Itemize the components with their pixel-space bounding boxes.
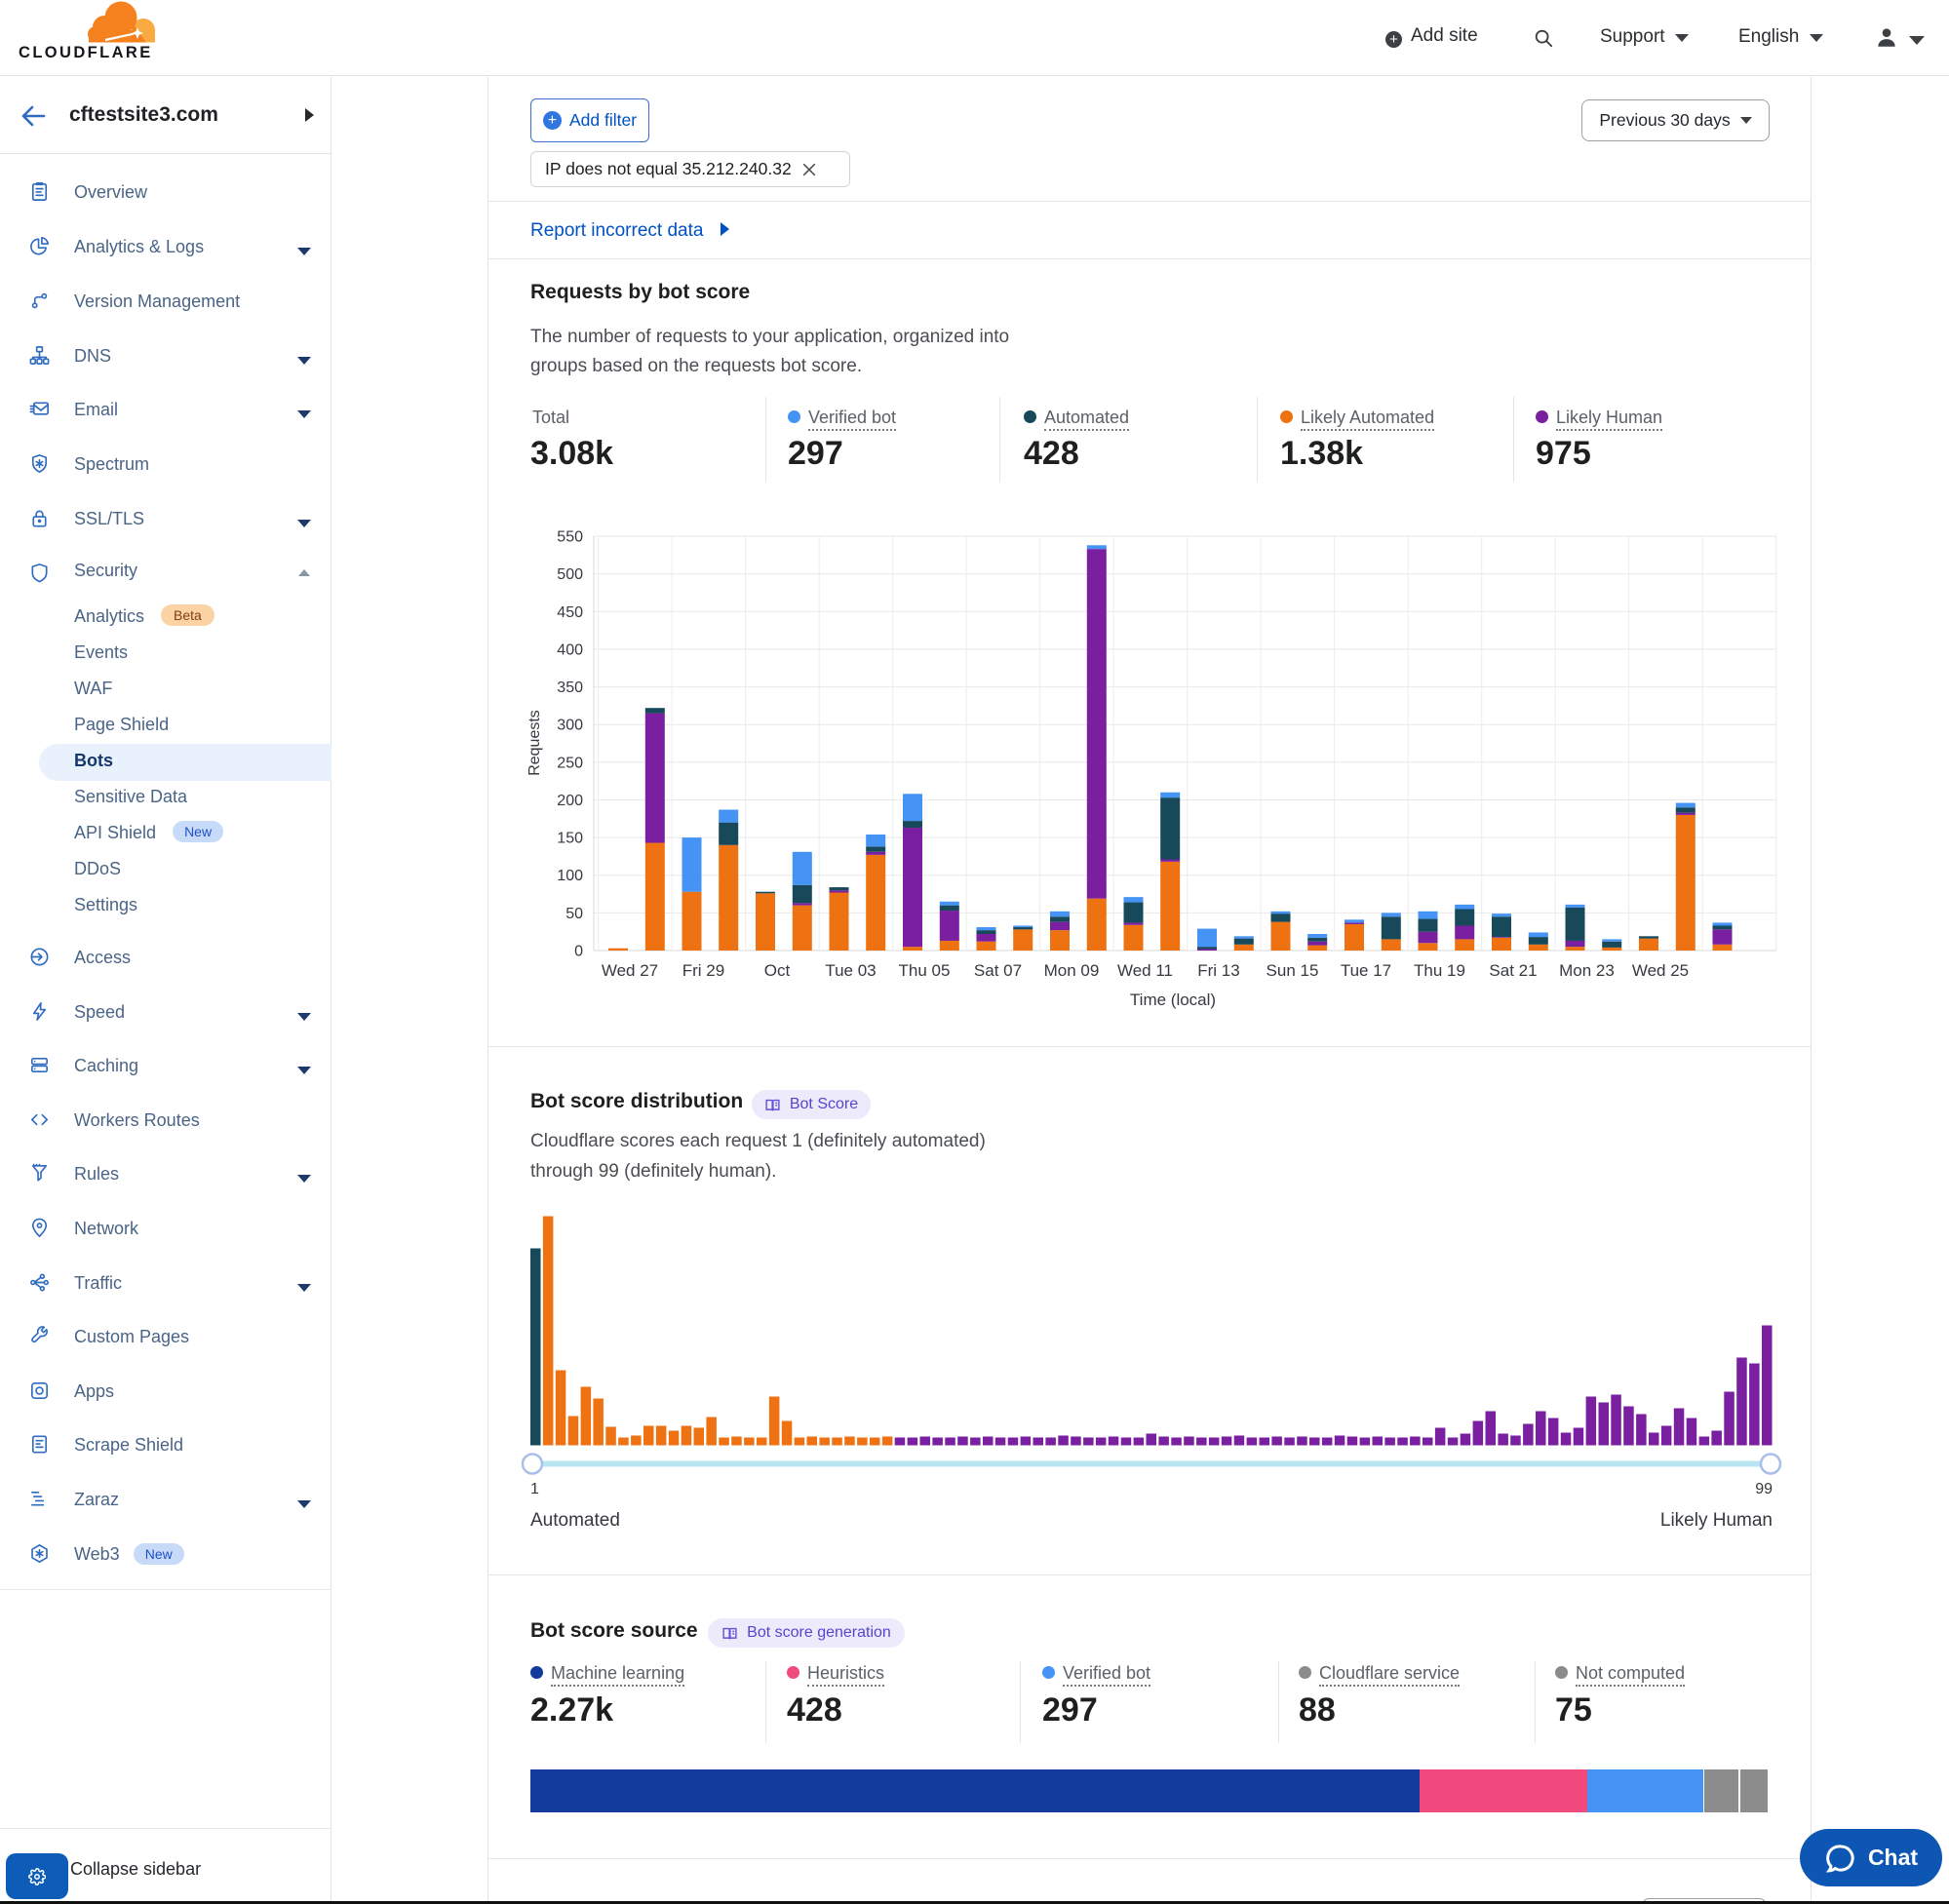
svg-text:Likely Human: Likely Human <box>1660 1510 1773 1531</box>
svg-text:Automated: Automated <box>530 1510 620 1531</box>
svg-text:99: 99 <box>1755 1481 1773 1497</box>
svg-text:1: 1 <box>530 1481 539 1497</box>
